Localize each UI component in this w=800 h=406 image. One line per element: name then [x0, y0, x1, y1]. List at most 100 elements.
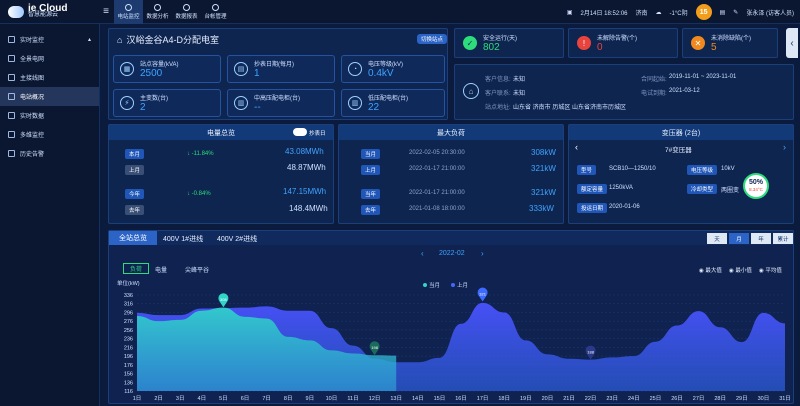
period-day-button[interactable]: 天: [707, 233, 727, 244]
x-tick-label: 12日: [369, 395, 381, 402]
analysis-icon: [154, 3, 161, 11]
legend-last-label: 上月: [457, 281, 468, 289]
main-content: ⌂ 汉峪金谷A4-D分配电室 切换站点 ▦ 站点容量(kVA) 2500 ▤ 抄表…: [104, 26, 800, 406]
alarm-icon: !: [577, 36, 591, 50]
switch-station-button[interactable]: 切换站点: [417, 34, 447, 44]
home-icon: ⌂: [463, 83, 479, 99]
x-tick-label: 4日: [198, 395, 207, 402]
weather-icon: ☁: [655, 9, 662, 16]
cabinet-icon: ▥: [348, 96, 362, 110]
x-tick-label: 19日: [520, 395, 532, 402]
x-tick-label: 21日: [563, 395, 575, 402]
user-name[interactable]: 张永泽 (访客人员): [746, 8, 794, 17]
safe-days-card: ✓ 安全运行(天) 802: [454, 28, 564, 58]
x-tick-label: 24日: [628, 395, 640, 402]
period-month-button[interactable]: 月: [729, 233, 749, 244]
y-tick-label: 156: [124, 372, 133, 378]
cloud-logo-icon: [8, 5, 24, 18]
datetime: 2月14日 18:52:06: [580, 10, 628, 17]
meter-day-toggle[interactable]: [293, 128, 307, 136]
tag-current-month: 当月: [361, 149, 381, 159]
x-tick-label: 2日: [154, 395, 163, 402]
monitor-icon: [8, 36, 15, 43]
x-tick-label: 20日: [542, 395, 554, 402]
edit-icon[interactable]: ✎: [733, 9, 738, 16]
nav-item-analysis[interactable]: 数据分析: [143, 0, 172, 24]
period-year-button[interactable]: 年: [751, 233, 771, 244]
min-legend-item[interactable]: ◉ 最小值: [729, 266, 752, 274]
hv-cabinet-tile: ▥ 中高压配电柜(台) --: [227, 89, 335, 117]
period-total-button[interactable]: 累计: [773, 233, 793, 244]
customer-info-card: ⌂ 客户信息: 未知 合同起始: 2019-11-01 ~ 2023-11-01…: [454, 64, 794, 120]
collapse-panel-button[interactable]: ‹: [786, 28, 798, 58]
sidebar-item-overview[interactable]: 电站概况: [0, 87, 99, 106]
avg-legend-item[interactable]: ◉ 平均值: [759, 266, 782, 274]
load-area-chart: 单位(kW) 116 136 156 176 196 216 236 256 276 296 316 3…: [117, 279, 791, 402]
sidebar-item-realtime-data[interactable]: 实时数据: [0, 106, 99, 125]
sidebar-item-multi-monitor[interactable]: 多维监控: [0, 125, 99, 144]
tab-all[interactable]: 全站总览: [109, 231, 157, 245]
next-period-button[interactable]: ›: [481, 249, 484, 258]
tag-last-month: 上月: [125, 165, 145, 175]
period-label: 2022-02: [439, 250, 465, 257]
grid-icon: ▦: [120, 62, 134, 76]
monitor-icon: [125, 3, 132, 11]
calendar-icon: ▤: [234, 62, 248, 76]
tab-line2[interactable]: 400V 2#进线: [217, 234, 257, 244]
defect-card[interactable]: ✕ 未消除缺陷(个) 5: [682, 28, 778, 58]
tag-this-month: 本月: [125, 149, 145, 159]
sidebar-item-history-alarm[interactable]: 历史告警: [0, 144, 99, 163]
sidebar-item-realtime-monitor[interactable]: 实时监控 ▴: [0, 30, 99, 49]
prev-period-button[interactable]: ‹: [421, 249, 424, 258]
nav-item-ledger[interactable]: 台帐管理: [201, 0, 230, 24]
transformer-icon: ⚡: [120, 96, 134, 110]
tag-last-year: 去年: [125, 205, 145, 215]
x-tick-label: 9日: [306, 395, 315, 402]
x-tick-label: 25日: [650, 395, 662, 402]
annotation-label: 188: [587, 350, 594, 355]
menu-icon[interactable]: ≡: [100, 6, 112, 17]
subtab-peak[interactable]: 尖峰平谷: [185, 265, 209, 274]
max-load-panel: 最大负荷 当月 2022-02-05 20:30:00 308kW 上月 202…: [338, 124, 564, 224]
subtab-energy[interactable]: 电量: [155, 265, 167, 274]
subtab-load[interactable]: 负荷: [123, 263, 149, 274]
max-legend-item[interactable]: ◉ 最大值: [699, 266, 722, 274]
transformer-count-tile: ⚡ 主变数(台) 2: [113, 89, 221, 117]
x-tick-label: 5日: [219, 395, 228, 402]
tab-line1[interactable]: 400V 1#进线: [163, 234, 203, 244]
chevron-left-icon: ‹: [790, 37, 794, 49]
alert-badge[interactable]: 15: [695, 4, 712, 20]
station-panel: ⌂ 汉峪金谷A4-D分配电室 切换站点 ▦ 站点容量(kVA) 2500 ▤ 抄表…: [108, 28, 448, 120]
tag-current-year: 当年: [361, 189, 381, 199]
load-gauge: 50% 8.34°C: [743, 173, 769, 199]
x-tick-label: 3日: [176, 395, 185, 402]
alarm-card[interactable]: ! 未解除告警(个) 0: [568, 28, 678, 58]
overview-icon: [8, 93, 15, 100]
weather: -1°C阴: [669, 10, 688, 17]
next-transformer-button[interactable]: ›: [783, 142, 786, 152]
legend-last-marker: [451, 283, 455, 287]
y-tick-label: 196: [124, 354, 133, 360]
y-tick-label: 176: [124, 363, 133, 369]
y-tick-label: 216: [124, 345, 133, 351]
defect-icon: ✕: [691, 36, 705, 50]
logo-sub: 智慧能源云: [28, 11, 59, 18]
x-tick-label: 29日: [736, 395, 748, 402]
sidebar-item-wiring[interactable]: 主接线图: [0, 68, 99, 87]
x-tick-label: 17日: [477, 395, 489, 402]
report-icon: [183, 3, 190, 11]
sidebar-item-grid[interactable]: 全景电网: [0, 49, 99, 68]
prev-transformer-button[interactable]: ‹: [575, 142, 578, 152]
grid-icon: [8, 55, 15, 62]
x-tick-label: 11日: [347, 395, 358, 402]
lv-cabinet-tile: ▥ 低压配电柜(台) 22: [341, 89, 445, 117]
multi-icon: [8, 131, 15, 138]
book-icon[interactable]: ▤: [720, 9, 726, 16]
transformer-panel: 变压器 (2台) ‹ 7#变压器 › 型号 SCB10—1250/10 电压等级…: [568, 124, 794, 224]
nav-item-monitor[interactable]: 电站监控: [114, 0, 143, 24]
nav-item-report[interactable]: 数据报表: [172, 0, 201, 24]
top-bar: ie Cloud 智慧能源云 ≡ 电站监控 数据分析 数据报表 台帐管理 ▣ 2…: [0, 0, 800, 24]
chevron-up-icon: ▴: [87, 37, 91, 43]
x-tick-label: 7日: [262, 395, 271, 402]
energy-overview-panel: 电量总览 抄表日 本月 ↓ -11.84% 43.08MWh 上月 48.87M…: [108, 124, 334, 224]
